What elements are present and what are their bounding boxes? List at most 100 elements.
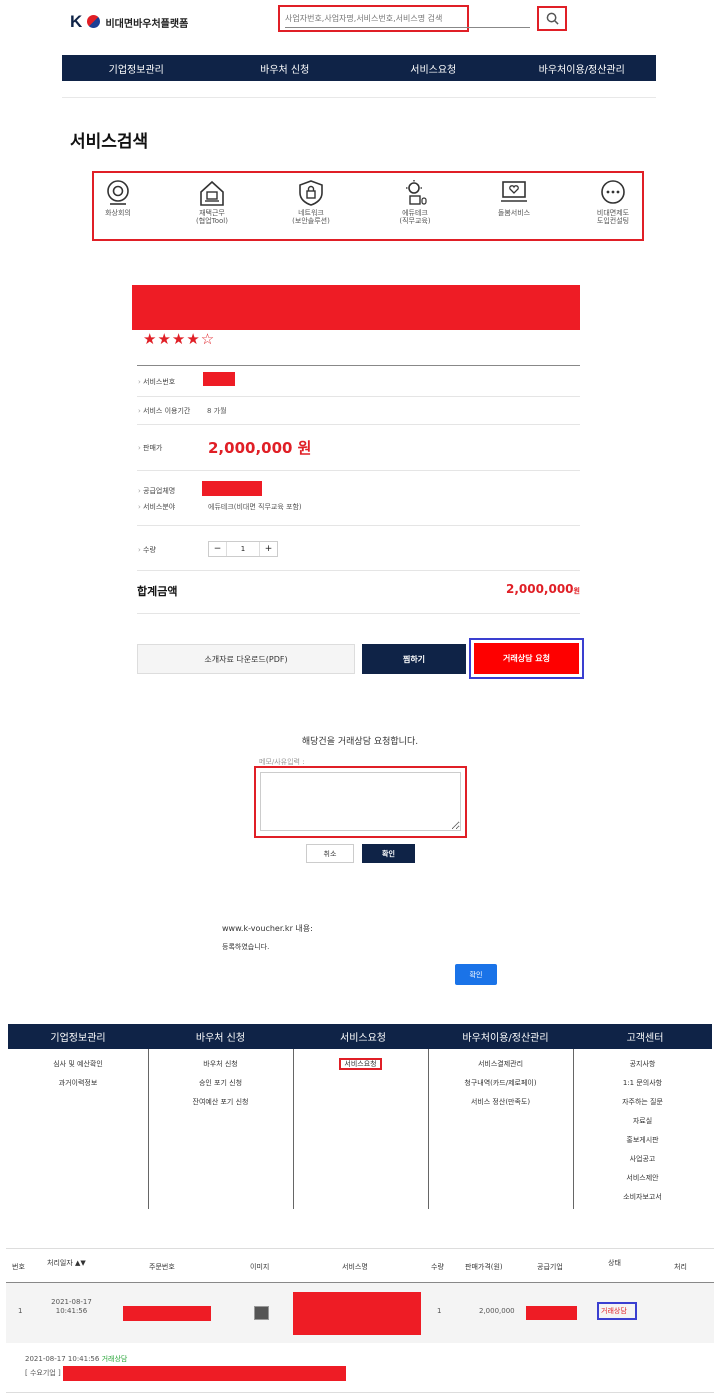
logo[interactable]: K 비대면바우처플랫폼: [70, 12, 188, 32]
webcam-icon: [107, 180, 129, 205]
mega-nav-item[interactable]: 바우처 신청: [148, 1029, 293, 1044]
col-header: 판매가격(원): [465, 1263, 503, 1271]
col-header-sortable[interactable]: 처리일자 ▲▼: [47, 1258, 86, 1268]
download-pdf-button[interactable]: 소개자료 다운로드(PDF): [137, 644, 355, 674]
menu-item[interactable]: 자주하는 질문: [573, 1093, 712, 1112]
mega-col-voucher: 바우처 신청 승인 포기 신청 잔여예산 포기 신청: [148, 1049, 293, 1209]
field-value: 에듀테크(비대면 직무교육 포함): [208, 503, 302, 511]
supplier-redacted: [526, 1306, 577, 1320]
price-value: 2,000,000 원: [208, 439, 312, 457]
category-video-conference[interactable]: 화상회의: [88, 173, 148, 217]
divider: [6, 1248, 714, 1249]
menu-item[interactable]: 홍보게시판: [573, 1131, 712, 1150]
category-label: 네트워크 (보안솔루션): [292, 209, 330, 225]
col-header: 공급기업: [537, 1263, 563, 1271]
category-label: 재택근무 (협업Tool): [196, 209, 228, 225]
service-request-annotated[interactable]: 서비스요청: [339, 1058, 382, 1070]
menu-item[interactable]: 바우처 신청: [148, 1055, 293, 1074]
page-title: 서비스검색: [70, 132, 149, 152]
dialog-confirm-button[interactable]: 확인: [362, 844, 415, 863]
top-nav-item[interactable]: 기업정보관리: [62, 61, 211, 76]
mega-col-settlement: 서비스결제관리 청구내역(카드/제로페이) 서비스 정산(만족도): [428, 1049, 573, 1209]
category-consulting[interactable]: 비대면제도 도입컨설팅: [583, 173, 643, 225]
mega-col-company: 심사 및 예산확인 과거이력정보: [8, 1049, 148, 1209]
menu-item[interactable]: 심사 및 예산확인: [8, 1055, 148, 1074]
menu-item[interactable]: 소비자보고서: [573, 1188, 712, 1207]
dialog-cancel-button[interactable]: 취소: [306, 844, 354, 863]
menu-item-service-request[interactable]: 서비스요청: [293, 1055, 428, 1074]
menu-item[interactable]: 잔여예산 포기 신청: [148, 1093, 293, 1112]
menu-item[interactable]: 승인 포기 신청: [148, 1074, 293, 1093]
quantity-stepper: − 1 +: [208, 541, 278, 557]
col-header: 번호: [12, 1263, 25, 1271]
category-network-security[interactable]: 네트워크 (보안솔루션): [281, 173, 341, 225]
row-price: 2,000,000: [479, 1307, 515, 1315]
qty-plus-button[interactable]: +: [259, 542, 277, 556]
divider: [137, 613, 580, 614]
search-input[interactable]: [285, 10, 530, 28]
menu-item[interactable]: 공지사항: [573, 1055, 712, 1074]
menu-item[interactable]: 자료실: [573, 1112, 712, 1131]
total-unit: 원: [573, 587, 580, 595]
menu-item[interactable]: 서비스결제관리: [428, 1055, 573, 1074]
row-qty: 1: [437, 1307, 442, 1315]
category-label: 화상회의: [105, 209, 131, 217]
menu-item[interactable]: 과거이력정보: [8, 1074, 148, 1093]
table-row[interactable]: 1 2021-08-17 10:41:56 1 2,000,000 거래상담: [6, 1283, 714, 1343]
history-party: [ 수요기업 ]: [25, 1369, 61, 1377]
menu-item[interactable]: 사업공고: [573, 1150, 712, 1169]
alert-ok-button[interactable]: 확인: [455, 964, 497, 985]
service-no-label: 서비스번호: [138, 377, 175, 387]
wishlist-button[interactable]: 찜하기: [362, 644, 466, 674]
row-no: 1: [18, 1307, 23, 1315]
menu-item[interactable]: 청구내역(카드/제로페이): [428, 1074, 573, 1093]
qty-label: 수량: [138, 545, 156, 555]
mega-nav-item[interactable]: 서비스요청: [293, 1029, 433, 1044]
category-label: 에듀테크 (직무교육): [399, 209, 431, 225]
logo-mark: K: [70, 12, 83, 31]
top-nav-item[interactable]: 바우처 신청: [211, 61, 360, 76]
total-label: 합계금액: [137, 585, 178, 598]
mega-col-support: 공지사항 1:1 문의사항 자주하는 질문 자료실 홍보게시판 사업공고 서비스…: [573, 1049, 712, 1209]
period-value: 8 가월: [207, 407, 227, 415]
top-nav-item[interactable]: 서비스요청: [359, 61, 508, 76]
thumbnail-image[interactable]: [254, 1306, 269, 1320]
history-memo-redacted: [63, 1366, 346, 1381]
rating-stars: ★★★★☆: [143, 330, 216, 348]
divider: [6, 1392, 714, 1393]
search-button[interactable]: [537, 6, 567, 31]
category-edutech[interactable]: 에듀테크 (직무교육): [385, 173, 445, 225]
status-badge: 거래상담: [601, 1307, 627, 1315]
mega-nav-item[interactable]: 기업정보관리: [8, 1029, 148, 1044]
supplier-redacted: [202, 481, 262, 496]
col-header: 처리: [674, 1263, 687, 1271]
mega-nav-item[interactable]: 고객센터: [578, 1029, 712, 1044]
trade-consult-request-button[interactable]: 거래상담 요청: [474, 643, 579, 674]
mega-nav-item[interactable]: 바우처이용/정산관리: [433, 1029, 578, 1044]
divider: [137, 525, 580, 526]
logo-circle-icon: [87, 15, 101, 28]
qty-minus-button[interactable]: −: [209, 542, 227, 556]
alert-message: 등록하였습니다.: [222, 943, 270, 951]
menu-item[interactable]: 서비스 정산(만족도): [428, 1093, 573, 1112]
category-care-service[interactable]: 돌봄서비스: [484, 173, 544, 217]
service-name-redacted[interactable]: [293, 1292, 421, 1335]
order-no-redacted: [123, 1306, 211, 1321]
qty-input[interactable]: 1: [227, 542, 259, 556]
alert-site: www.k-voucher.kr 내용:: [222, 924, 313, 933]
row-date: 2021-08-17 10:41:56: [51, 1298, 92, 1315]
lightbulb-icon: [406, 180, 427, 205]
top-nav-item[interactable]: 바우처이용/정산관리: [508, 61, 657, 76]
period-label: 서비스 이용기간: [138, 406, 190, 416]
category-remote-work[interactable]: 재택근무 (협업Tool): [182, 173, 242, 225]
menu-item[interactable]: 1:1 문의사항: [573, 1074, 712, 1093]
logo-text: 비대면바우처플랫폼: [105, 19, 189, 30]
divider: [62, 97, 656, 98]
memo-textarea[interactable]: [260, 772, 461, 831]
category-label: 비대면제도 도입컨설팅: [596, 209, 630, 225]
menu-item[interactable]: 서비스제안: [573, 1169, 712, 1188]
history-status: 거래상담: [101, 1355, 128, 1363]
total-amount: 2,000,000원: [506, 582, 580, 596]
history-line: 2021-08-17 10:41:56 거래상담: [25, 1354, 127, 1364]
field-label: 서비스분야: [138, 502, 175, 512]
